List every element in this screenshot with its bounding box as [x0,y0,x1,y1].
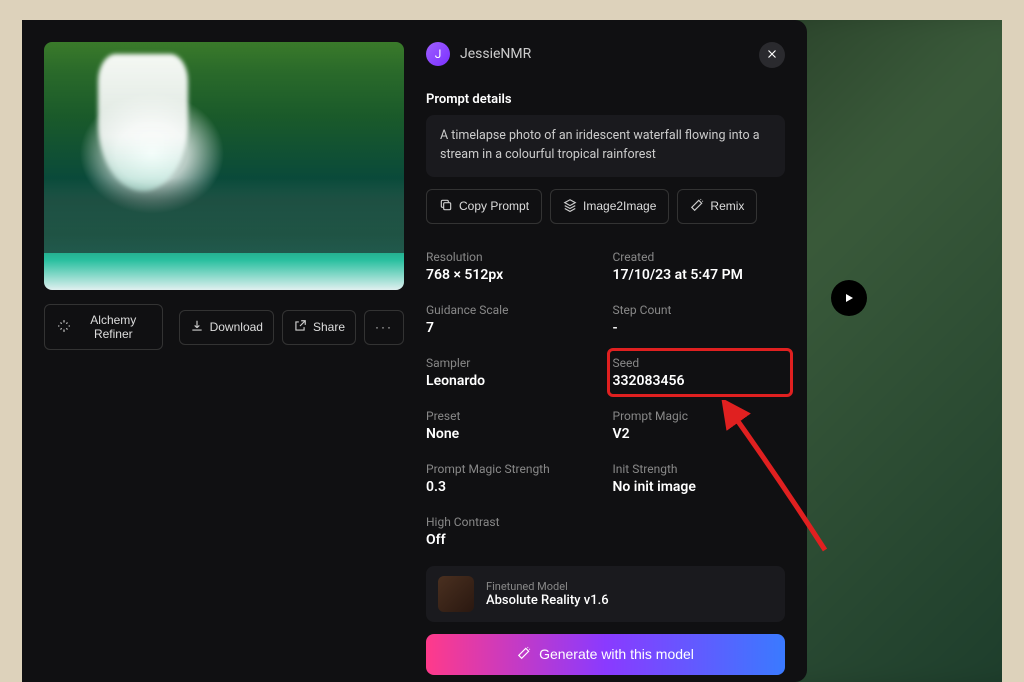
meta-sampler: Sampler Leonardo [426,356,599,389]
alchemy-refiner-label: Alchemy Refiner [77,313,150,341]
meta-preset: Preset None [426,409,599,442]
close-button[interactable] [759,42,785,68]
remix-label: Remix [710,199,744,213]
meta-init-strength: Init Strength No init image [613,462,786,495]
copy-prompt-label: Copy Prompt [459,199,529,213]
prompt-actions-row: Copy Prompt Image2Image Remix [426,189,785,224]
meta-prompt-magic-strength: Prompt Magic Strength 0.3 [426,462,599,495]
meta-value: No init image [613,479,786,495]
copy-prompt-button[interactable]: Copy Prompt [426,189,542,224]
app-window: Alchemy Refiner Download Share ··· [22,20,1002,682]
wand-icon [690,198,704,215]
meta-seed: Seed 332083456 [613,356,786,389]
meta-value: 7 [426,320,599,336]
copy-icon [439,198,453,215]
model-box[interactable]: Finetuned Model Absolute Reality v1.6 [426,566,785,622]
meta-prompt-magic: Prompt Magic V2 [613,409,786,442]
generate-label: Generate with this model [539,646,694,662]
meta-created: Created 17/10/23 at 5:47 PM [613,250,786,283]
meta-value: - [613,320,786,336]
meta-step-count: Step Count - [613,303,786,336]
meta-label: Created [613,250,786,264]
metadata-grid: Resolution 768 × 512px Created 17/10/23 … [426,250,785,548]
generate-button[interactable]: Generate with this model [426,634,785,675]
image-details-modal: Alchemy Refiner Download Share ··· [22,20,807,682]
share-icon [293,319,307,336]
alchemy-refiner-button[interactable]: Alchemy Refiner [44,304,163,350]
avatar[interactable]: J [426,42,450,66]
meta-label: Resolution [426,250,599,264]
generated-image[interactable] [44,42,404,290]
remix-button[interactable]: Remix [677,189,757,224]
download-icon [190,319,204,336]
image-actions-row: Alchemy Refiner Download Share ··· [44,304,404,350]
prompt-text: A timelapse photo of an iridescent water… [426,115,785,177]
image2image-label: Image2Image [583,199,656,213]
meta-value: V2 [613,426,786,442]
meta-value: Leonardo [426,373,599,389]
meta-guidance-scale: Guidance Scale 7 [426,303,599,336]
meta-value: None [426,426,599,442]
left-column: Alchemy Refiner Download Share ··· [44,42,404,660]
share-button[interactable]: Share [282,310,356,345]
annotation-highlight: Seed 332083456 [607,348,794,397]
layers-icon [563,198,577,215]
meta-value: Off [426,532,599,548]
play-button[interactable] [831,280,867,316]
meta-label: Init Strength [613,462,786,476]
download-label: Download [210,320,263,334]
image2image-button[interactable]: Image2Image [550,189,669,224]
share-label: Share [313,320,345,334]
meta-label: High Contrast [426,515,599,529]
right-column: J JessieNMR A timelapse photo of an irid… [426,42,785,660]
sparkle-icon [57,319,71,336]
meta-value: 332083456 [613,373,786,389]
meta-label: Seed [613,356,786,370]
meta-label: Guidance Scale [426,303,599,317]
close-icon [765,46,779,65]
model-name: Absolute Reality v1.6 [486,593,609,608]
meta-value: 17/10/23 at 5:47 PM [613,267,786,283]
meta-label: Preset [426,409,599,423]
meta-resolution: Resolution 768 × 512px [426,250,599,283]
more-icon: ··· [375,320,393,334]
magic-wand-icon [517,646,531,663]
prompt-details-label: Prompt details [426,92,785,107]
meta-high-contrast: High Contrast Off [426,515,599,548]
meta-value: 768 × 512px [426,267,599,283]
username[interactable]: JessieNMR [460,46,531,62]
meta-label: Sampler [426,356,599,370]
meta-label: Prompt Magic Strength [426,462,599,476]
model-thumbnail [438,576,474,612]
model-info: Finetuned Model Absolute Reality v1.6 [486,580,609,608]
model-label: Finetuned Model [486,580,609,593]
more-button[interactable]: ··· [364,310,404,345]
avatar-initial: J [435,47,442,61]
meta-value: 0.3 [426,479,599,495]
download-button[interactable]: Download [179,310,274,345]
user-row: J JessieNMR [426,42,785,66]
meta-label: Prompt Magic [613,409,786,423]
meta-label: Step Count [613,303,786,317]
